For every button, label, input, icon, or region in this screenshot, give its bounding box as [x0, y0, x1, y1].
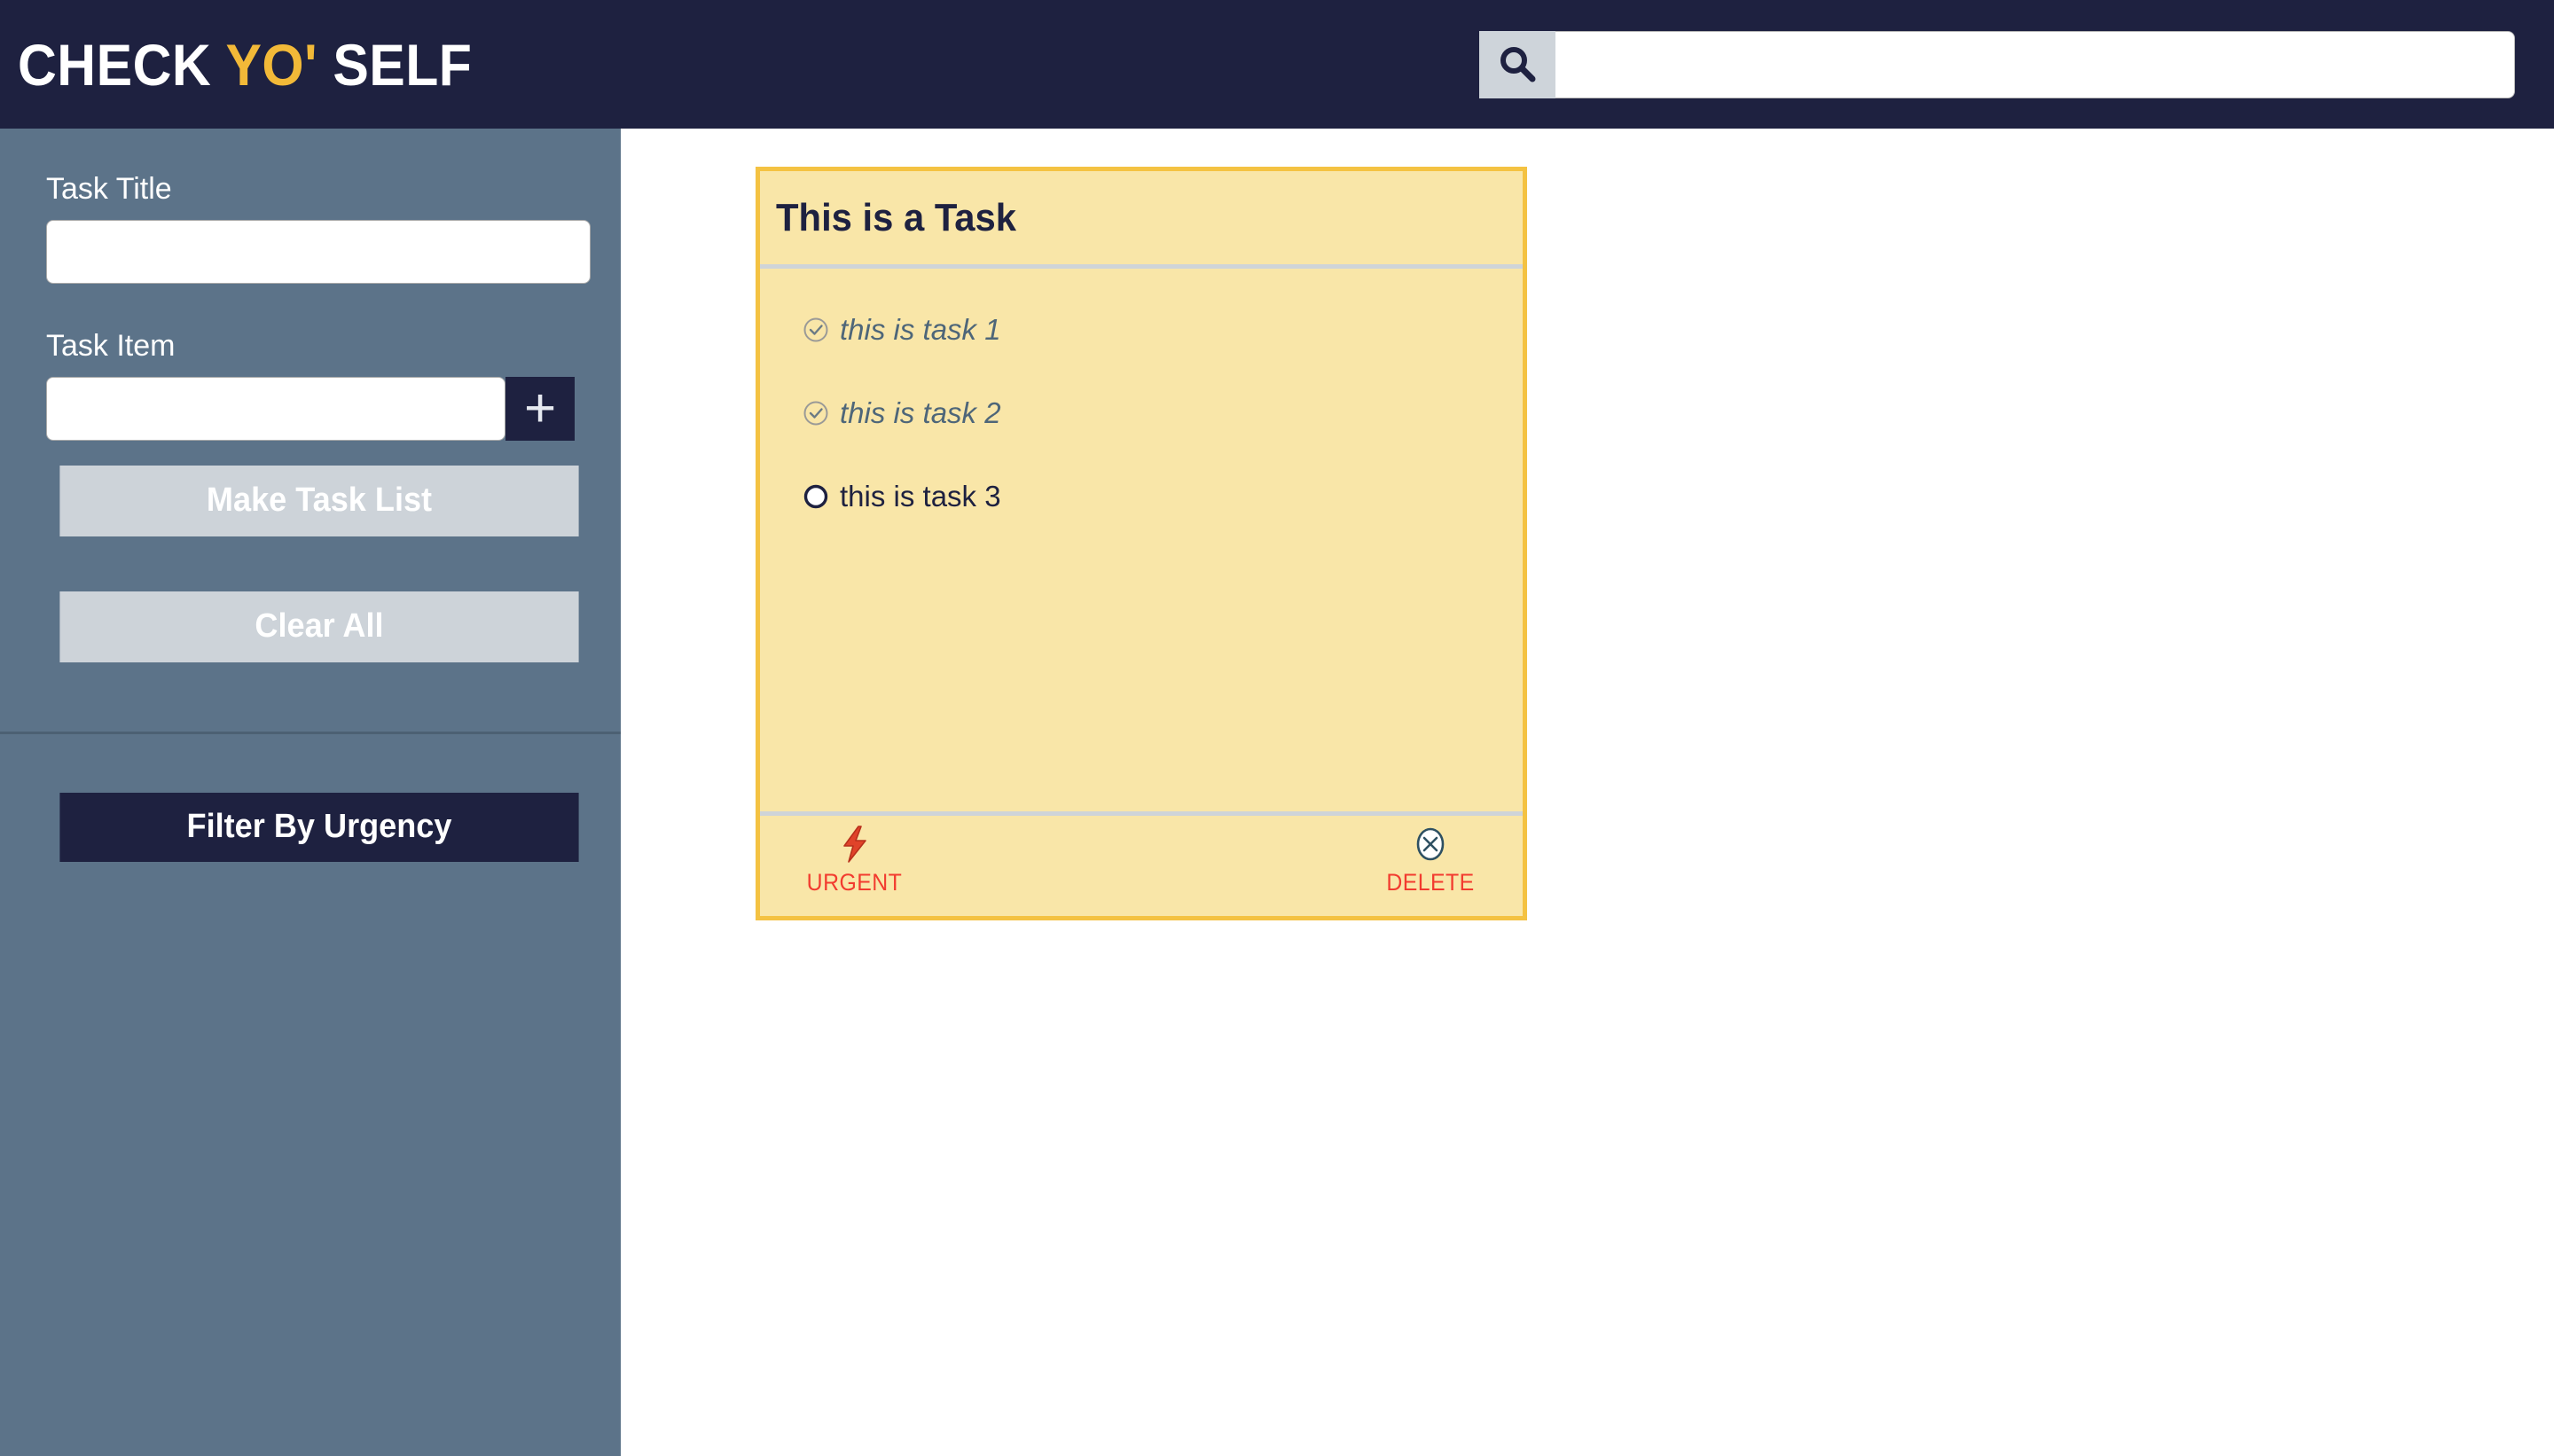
- filter-by-urgency-button[interactable]: Filter By Urgency: [59, 792, 579, 862]
- task-item-input-row: +: [46, 376, 575, 441]
- check-circle-icon: [803, 317, 829, 343]
- add-task-item-button[interactable]: +: [505, 376, 575, 441]
- task-list-item[interactable]: this is task 2: [803, 396, 1523, 430]
- task-card-footer: URGENT DELETE: [760, 811, 1523, 916]
- delete-button[interactable]: DELETE: [1383, 825, 1478, 896]
- search-button[interactable]: [1479, 30, 1555, 98]
- brand-text-1: CHECK: [18, 31, 226, 98]
- app-title: CHECK YO' SELF: [18, 31, 472, 98]
- make-task-list-button[interactable]: Make Task List: [59, 465, 579, 536]
- task-list-item-label: this is task 2: [840, 396, 1001, 429]
- search-input[interactable]: [1555, 30, 2515, 98]
- body-row: Task Title Task Item + Make Task List Cl…: [0, 129, 2554, 1456]
- urgent-button[interactable]: URGENT: [803, 825, 906, 896]
- check-circle-icon: [803, 400, 829, 427]
- task-title-input[interactable]: [46, 219, 591, 284]
- task-item-label: Task Item: [46, 328, 176, 363]
- task-card-title: This is a Task: [776, 195, 1017, 239]
- delete-label: DELETE: [1386, 869, 1475, 896]
- task-list-item-label: this is task 1: [840, 313, 1001, 346]
- lightning-bolt-icon: [839, 825, 871, 864]
- urgent-label: URGENT: [806, 869, 903, 896]
- app-root: CHECK YO' SELF Task Title Task Item + Ma…: [0, 0, 2554, 1456]
- brand-accent-text: YO': [225, 31, 317, 98]
- circle-x-icon: [1414, 825, 1446, 864]
- sidebar-divider: [0, 731, 621, 734]
- task-list-item[interactable]: this is task 1: [803, 313, 1523, 347]
- task-card: This is a Task this is task 1 this is ta…: [756, 167, 1527, 920]
- plus-icon: +: [523, 377, 557, 439]
- app-header: CHECK YO' SELF: [0, 0, 2554, 129]
- task-list-item-label: this is task 3: [840, 480, 1001, 513]
- task-item-input[interactable]: [46, 376, 506, 441]
- search-icon: [1497, 44, 1538, 85]
- task-card-header: This is a Task: [760, 171, 1523, 269]
- task-title-label: Task Title: [46, 172, 172, 206]
- task-title-field-group: Task Title: [0, 157, 621, 284]
- task-list-item[interactable]: this is task 3: [803, 480, 1523, 513]
- brand-text-2: SELF: [317, 31, 473, 98]
- task-item-field-group: Task Item +: [0, 314, 621, 441]
- empty-circle-icon: [803, 483, 829, 510]
- clear-all-button[interactable]: Clear All: [59, 591, 579, 662]
- task-card-body: this is task 1 this is task 2 this is ta…: [760, 269, 1523, 811]
- sidebar: Task Title Task Item + Make Task List Cl…: [0, 129, 621, 1456]
- main-content: This is a Task this is task 1 this is ta…: [621, 129, 2554, 1456]
- search-bar: [1479, 30, 2515, 98]
